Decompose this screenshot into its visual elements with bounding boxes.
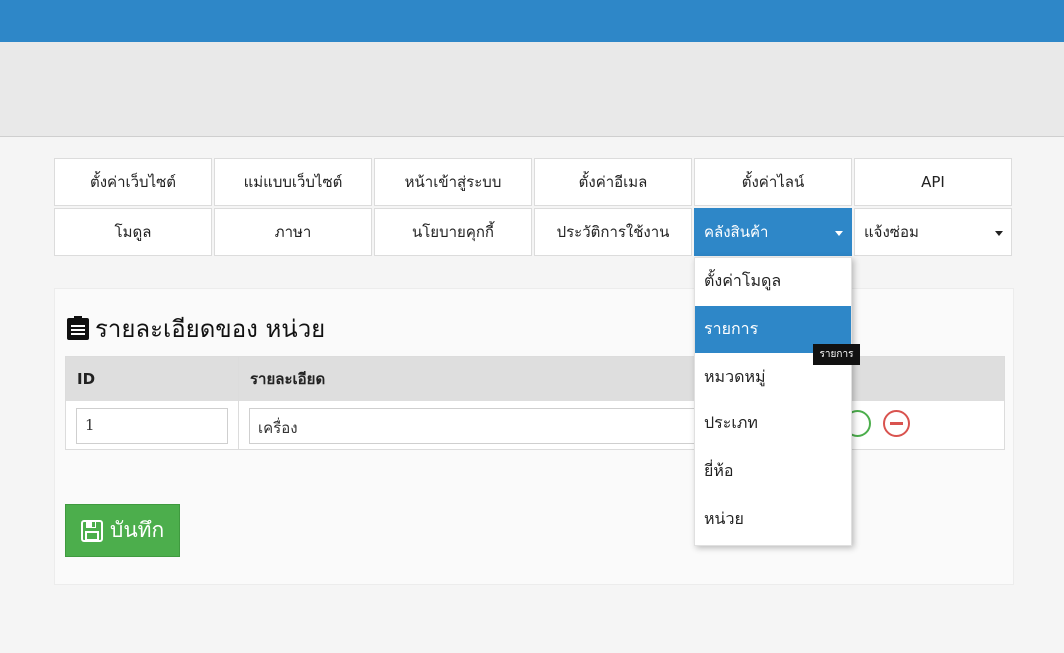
caret-down-icon xyxy=(835,231,843,236)
floppy-disk-icon xyxy=(81,519,103,542)
nav-login-page[interactable]: หน้าเข้าสู่ระบบ xyxy=(374,158,532,206)
column-header-detail: รายละเอียด xyxy=(250,370,326,388)
nav-cookie-policy[interactable]: นโยบายคุกกี้ xyxy=(374,208,532,256)
menu-item-units[interactable]: หน่วย xyxy=(695,496,851,543)
nav-api[interactable]: API xyxy=(854,158,1012,206)
unit-table: ID รายละเอียด 1 เครื่อง xyxy=(65,356,1005,450)
menu-item-module-settings[interactable]: ตั้งค่าโมดูล xyxy=(695,258,851,305)
header-band xyxy=(0,42,1064,137)
top-app-bar xyxy=(0,0,1064,42)
nav-usage-history[interactable]: ประวัติการใช้งาน xyxy=(534,208,692,256)
nav-line-settings[interactable]: ตั้งค่าไลน์ xyxy=(694,158,852,206)
nav-website-settings[interactable]: ตั้งค่าเว็บไซต์ xyxy=(54,158,212,206)
nav-inventory-dropdown[interactable]: คลังสินค้า xyxy=(694,208,852,256)
panel-title: รายละเอียดของ หน่วย xyxy=(65,309,325,348)
column-divider xyxy=(238,357,239,449)
list-clipboard-icon xyxy=(65,315,91,342)
column-header-id: ID xyxy=(77,370,96,388)
nav-website-template[interactable]: แม่แบบเว็บไซต์ xyxy=(214,158,372,206)
nav-inventory-label: คลังสินค้า xyxy=(704,223,769,241)
table-header: ID รายละเอียด xyxy=(66,357,1004,401)
detail-input[interactable]: เครื่อง xyxy=(249,408,696,444)
id-input[interactable]: 1 xyxy=(76,408,228,444)
inventory-dropdown-menu: ตั้งค่าโมดูล รายการ หมวดหมู่ ประเภท ยี่ห… xyxy=(694,257,852,546)
detail-panel: รายละเอียดของ หน่วย ID รายละเอียด 1 เครื… xyxy=(54,288,1014,585)
tooltip: รายการ xyxy=(813,344,860,365)
menu-item-brands[interactable]: ยี่ห้อ xyxy=(695,448,851,495)
nav-email-settings[interactable]: ตั้งค่าอีเมล xyxy=(534,158,692,206)
nav-modules[interactable]: โมดูล xyxy=(54,208,212,256)
nav-repair-dropdown[interactable]: แจ้งซ่อม xyxy=(854,208,1012,256)
caret-down-icon xyxy=(995,231,1003,236)
nav-language[interactable]: ภาษา xyxy=(214,208,372,256)
save-button[interactable]: บันทึก xyxy=(65,504,180,557)
panel-title-text: รายละเอียดของ หน่วย xyxy=(95,315,326,343)
save-button-label: บันทึก xyxy=(110,518,165,542)
nav-repair-label: แจ้งซ่อม xyxy=(864,223,919,241)
remove-row-icon[interactable] xyxy=(883,410,910,437)
menu-item-types[interactable]: ประเภท xyxy=(695,400,851,447)
